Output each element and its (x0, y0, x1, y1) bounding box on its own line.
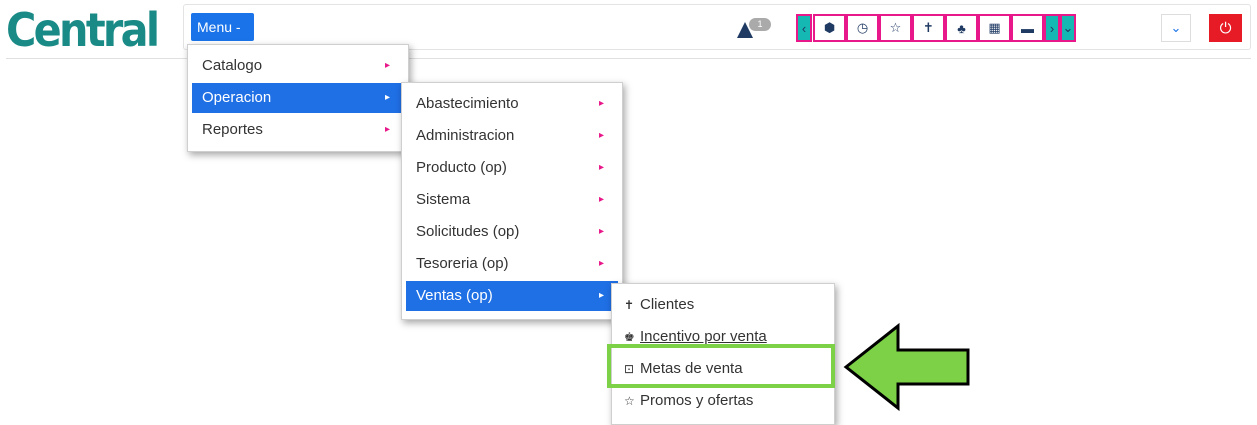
menu-item-label: Operacion (202, 89, 272, 106)
menu-item-label: Reportes (202, 121, 263, 138)
notification-badge: 1 (749, 18, 771, 31)
caret-right-icon: ▸ (598, 290, 604, 301)
caret-right-icon: ▸ (384, 92, 390, 103)
menu-item-label: Administracion (416, 127, 515, 144)
caret-right-icon: ▸ (598, 194, 604, 205)
calendar-icon[interactable]: ▦ (978, 14, 1011, 42)
menu-item-label: Tesoreria (op) (416, 255, 509, 272)
box-icon[interactable]: ⬢ (813, 14, 846, 42)
caret-right-icon: ▸ (384, 60, 390, 71)
menu-item-catalogo[interactable]: Catalogo ▸ (192, 51, 404, 81)
tree-icon[interactable]: ♣ (945, 14, 978, 42)
menu-item-label: Catalogo (202, 57, 263, 74)
collapse-button[interactable]: ⌄ (1161, 14, 1191, 42)
submenu-item-tesoreria[interactable]: Tesoreria (op) ▸ (406, 249, 618, 279)
person-icon: ✝ (624, 298, 635, 312)
clock-icon[interactable]: ◷ (846, 14, 879, 42)
star-icon[interactable]: ☆ (879, 14, 912, 42)
card-icon[interactable]: ▬ (1011, 14, 1044, 42)
toolbar-next-button[interactable]: › (1044, 14, 1060, 42)
menu-item-label: Incentivo por venta (640, 328, 767, 345)
submenu-item-clientes[interactable]: ✝ Clientes (616, 290, 830, 320)
submenu-item-sistema[interactable]: Sistema ▸ (406, 185, 618, 215)
toolbar-prev-button[interactable]: ‹ (796, 14, 812, 42)
submenu-item-administracion[interactable]: Administracion ▸ (406, 121, 618, 151)
menu-item-label: Producto (op) (416, 159, 507, 176)
caret-right-icon: ▸ (598, 162, 604, 173)
menu-item-label: Clientes (640, 296, 695, 313)
menu-dropdown-level1: Catalogo ▸ Operacion ▸ Reportes ▸ (187, 44, 409, 152)
submenu-item-solicitudes[interactable]: Solicitudes (op) ▸ (406, 217, 618, 247)
power-icon[interactable]: ⏻ (1209, 14, 1242, 42)
brand-logo: Central (6, 3, 160, 57)
caret-right-icon: ▸ (598, 226, 604, 237)
menu-item-operacion[interactable]: Operacion ▸ (192, 83, 404, 113)
star-outline-icon: ☆ (624, 394, 635, 408)
menu-item-label: Abastecimiento (416, 95, 519, 112)
menu-button[interactable]: Menu - (191, 13, 254, 41)
caret-right-icon: ▸ (598, 98, 604, 109)
caret-right-icon: ▸ (598, 130, 604, 141)
caret-right-icon: ▸ (384, 124, 390, 135)
menu-item-label: Promos y ofertas (640, 392, 754, 409)
submenu-item-promos[interactable]: ☆ Promos y ofertas (616, 386, 830, 416)
person-icon[interactable]: ✝ (912, 14, 945, 42)
highlight-box (607, 344, 835, 388)
notification-alert[interactable]: 1 (737, 18, 771, 40)
submenu-item-ventas[interactable]: Ventas (op) ▸ (406, 281, 618, 311)
submenu-item-producto[interactable]: Producto (op) ▸ (406, 153, 618, 183)
menu-item-label: Ventas (op) (416, 287, 493, 304)
menu-item-label: Sistema (416, 191, 471, 208)
menu-item-label: Solicitudes (op) (416, 223, 520, 240)
menu-dropdown-level2: Abastecimiento ▸ Administracion ▸ Produc… (401, 82, 623, 320)
green-arrow-icon (843, 322, 970, 412)
caret-right-icon: ▸ (598, 258, 604, 269)
toolbar-expand-button[interactable]: ⌄ (1060, 14, 1076, 42)
submenu-item-abastecimiento[interactable]: Abastecimiento ▸ (406, 89, 618, 119)
menu-item-reportes[interactable]: Reportes ▸ (192, 115, 404, 145)
